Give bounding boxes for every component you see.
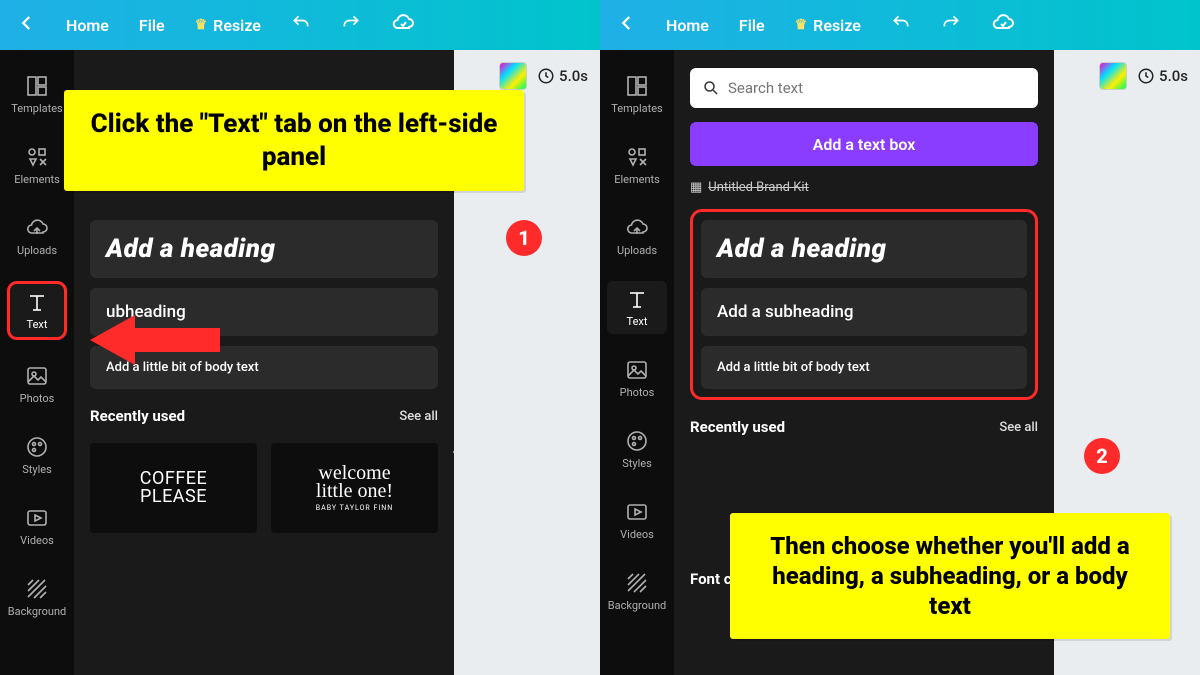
step-badge-2: 2 <box>1084 438 1120 474</box>
sidebar-item-text[interactable]: Text <box>607 281 667 334</box>
top-toolbar: Home File ♛Resize <box>0 0 600 50</box>
back-icon[interactable] <box>618 14 636 36</box>
sidebar-item-photos[interactable]: Photos <box>7 358 67 411</box>
search-icon <box>702 79 720 97</box>
file-menu[interactable]: File <box>139 16 165 35</box>
see-all-link[interactable]: See all <box>999 420 1038 435</box>
duration-display[interactable]: 5.0s <box>1137 67 1188 85</box>
recently-used-header: Recently used See all <box>690 418 1038 436</box>
clock-icon <box>1137 67 1155 85</box>
recently-used-header: Recently used See all <box>90 407 438 425</box>
top-toolbar: Home File ♛Resize <box>600 0 1200 50</box>
crown-icon: ♛ <box>795 17 808 33</box>
callout-step-2: Then choose whether you'll add a heading… <box>730 513 1170 639</box>
sidebar-item-photos[interactable]: Photos <box>607 352 667 405</box>
recent-template-welcome[interactable]: welcome little one! BABY TAYLOR FINN <box>271 443 438 533</box>
sidebar-item-elements[interactable]: Elements <box>607 139 667 192</box>
sidebar-item-uploads[interactable]: Uploads <box>607 210 667 263</box>
cloud-sync-icon[interactable] <box>991 11 1015 39</box>
sidebar-item-videos[interactable]: Videos <box>7 500 67 553</box>
step-badge-1: 1 <box>506 220 542 256</box>
search-text-input[interactable] <box>690 68 1038 108</box>
undo-icon[interactable] <box>891 13 911 37</box>
home-link[interactable]: Home <box>666 16 709 35</box>
crown-icon: ♛ <box>195 17 208 33</box>
home-link[interactable]: Home <box>66 16 109 35</box>
resize-menu[interactable]: ♛Resize <box>195 16 261 35</box>
color-swatch[interactable] <box>499 62 527 90</box>
add-heading-button[interactable]: Add a heading <box>701 220 1027 278</box>
resize-menu[interactable]: ♛Resize <box>795 16 861 35</box>
sidebar-item-styles[interactable]: Styles <box>607 423 667 476</box>
sidebar-item-text[interactable]: Text <box>7 281 67 340</box>
sidebar-item-videos[interactable]: Videos <box>607 494 667 547</box>
file-menu[interactable]: File <box>739 16 765 35</box>
add-text-box-button[interactable]: Add a text box <box>690 122 1038 166</box>
search-field[interactable] <box>728 79 1026 97</box>
sidebar-item-background[interactable]: Background <box>607 565 667 618</box>
text-style-options: Add a heading Add a subheading Add a lit… <box>690 209 1038 400</box>
recent-templates-row: COFFEE PLEASE welcome little one! BABY T… <box>90 443 438 533</box>
add-subheading-button[interactable]: Add a subheading <box>701 288 1027 336</box>
sidebar-item-templates[interactable]: Templates <box>607 68 667 121</box>
redo-icon[interactable] <box>341 13 361 37</box>
sidebar-item-background[interactable]: Background <box>7 571 67 624</box>
tutorial-step-2: Home File ♛Resize Templates Elements Upl… <box>600 0 1200 675</box>
left-sidebar: Templates Elements Uploads Text Photos S… <box>0 50 74 675</box>
cloud-sync-icon[interactable] <box>391 11 415 39</box>
recent-template-coffee[interactable]: COFFEE PLEASE <box>90 443 257 533</box>
sidebar-item-templates[interactable]: Templates <box>7 68 67 121</box>
add-heading-button[interactable]: Add a heading <box>90 220 438 278</box>
redo-icon[interactable] <box>941 13 961 37</box>
back-icon[interactable] <box>18 14 36 36</box>
sidebar-item-styles[interactable]: Styles <box>7 429 67 482</box>
duration-display[interactable]: 5.0s <box>537 67 588 85</box>
kit-icon: ▦ <box>690 180 702 195</box>
see-all-link[interactable]: See all <box>399 409 438 424</box>
add-body-text-button[interactable]: Add a little bit of body text <box>701 346 1027 389</box>
red-arrow-icon <box>90 310 220 374</box>
clock-icon <box>537 67 555 85</box>
sidebar-item-elements[interactable]: Elements <box>7 139 67 192</box>
brand-kit-label[interactable]: ▦Untitled Brand Kit <box>690 180 1038 195</box>
tutorial-step-1: Home File ♛Resize Templates Elements Upl… <box>0 0 600 675</box>
color-swatch[interactable] <box>1099 62 1127 90</box>
left-sidebar: Templates Elements Uploads Text Photos S… <box>600 50 674 675</box>
undo-icon[interactable] <box>291 13 311 37</box>
callout-step-1: Click the "Text" tab on the left-side pa… <box>64 90 524 191</box>
sidebar-item-uploads[interactable]: Uploads <box>7 210 67 263</box>
